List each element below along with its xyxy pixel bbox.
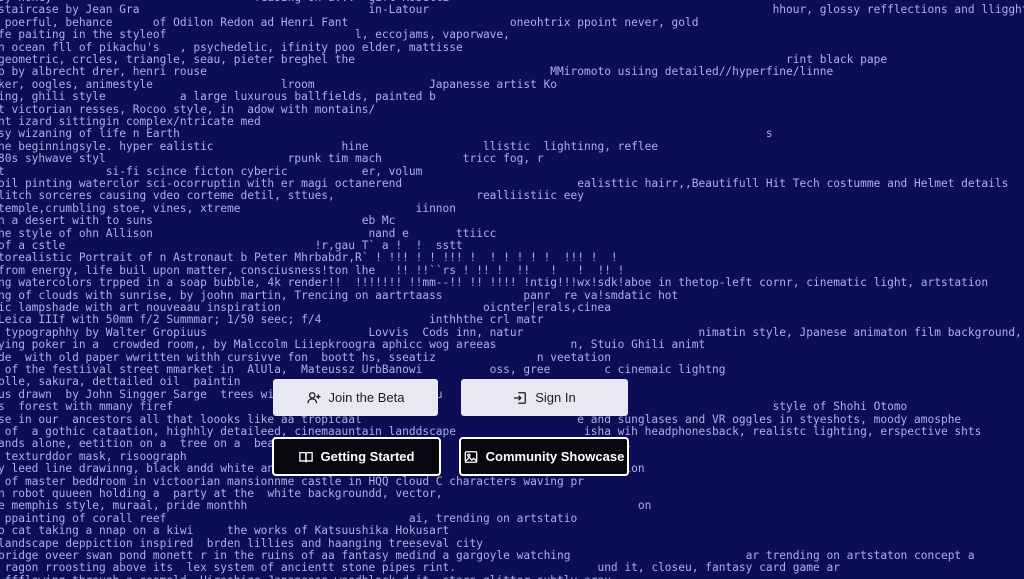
background-text-line: n ocean fll of pikachu's , psychedelic, … [0,40,463,54]
landing-page: sy honey feasing on a... ~gift Rosettist… [0,0,1024,579]
join-beta-label: Join the Beta [328,390,405,405]
getting-started-label: Getting Started [320,449,415,464]
background-text-line: poerful, behance of Odilon Redon ad Henr… [0,15,699,29]
background-text-line: oil pinting waterclor sci-ocorruptin wit… [0,177,1009,190]
sign-in-button[interactable]: Sign In [461,379,628,416]
background-prompt-text: sy honey feasing on a... ~gift Rosettist… [0,0,1024,579]
background-text-line: temple,crumbling stoe, vines, xtreme iin… [0,201,457,215]
background-text-line: ffflowing through a coomeld Hiroshige Ja… [0,574,611,579]
background-text-line: n a desert with to suns eb Mc [0,214,396,228]
image-icon [464,450,478,464]
background-text-line: e memphis style, muraal, pride monthh on [0,499,652,513]
background-text-line: s forest with mmany firef style of Shohi… [0,400,908,414]
background-text-line: sy wizaning of life n Earth s [0,127,773,141]
join-beta-button[interactable]: Join the Beta [273,379,438,416]
background-text-line: t victorian resses, Rocoo style, in adow… [0,102,376,116]
background-text-line: 80s syhwave styl rpunk tim mach tricc fo… [0,152,544,166]
background-text-line: of master beddroom in victoorian mansion… [0,474,584,488]
background-text-line: nt izard sittingin complex/ntricate med [0,115,261,128]
background-text-line: torealistic Portrait of n Astronaut b Pe… [0,251,618,265]
community-showcase-label: Community Showcase [485,449,625,464]
sign-in-icon [513,391,527,405]
background-text-line: he beginningsyle. hyper ealistic hine ll… [0,139,659,153]
background-text-line: ragon rroosting above its lex system of … [0,561,840,575]
background-text-line: fe paiting in the styleof l, eccojams, v… [0,28,510,42]
background-text-line: from energy, life buil upon matter, cons… [0,263,625,277]
background-text-line: ppainting of corall reef ai, trending on… [0,511,578,525]
background-text-line: landscape deppiction inspired brden lill… [0,536,483,550]
background-text-line: ng of clouds with sunrise, by joohn mart… [0,288,679,302]
background-text-line: of the festiival street mmarket in AlUla… [0,363,726,376]
background-text-line: ic lampshade with art nouveaau inspirati… [0,301,611,314]
background-text-line: p by albrecht drer, henri rouse MMiromot… [0,65,834,79]
background-text-line: o cat taking a nnap on a kiwi the works … [0,524,450,538]
background-text-line: de with old paper wwritten withh cursivv… [0,350,611,364]
add-user-icon [306,391,321,405]
getting-started-button[interactable]: Getting Started [272,437,441,476]
background-text-line: bridge oveer swan pond monett r in the r… [0,549,975,562]
community-showcase-button[interactable]: Community Showcase [459,437,629,476]
background-text-line: litch sorceres causing vdeo corteme deti… [0,189,584,203]
background-text-line: n robot quueen holding a party at the wh… [0,487,443,500]
background-text-line: ing, ghili style a large luxurous ballfi… [0,90,436,104]
background-text-line: of a cstle !r,gau T` a ! ! sstt [0,239,463,252]
background-text-line: t si-fi scince ficton cyberic er, volum [0,164,423,178]
sign-in-label: Sign In [535,390,576,405]
background-text-line: he style of ohn Allison nand e ttiicc [0,226,497,240]
background-text-line: Leica IIIf with 50mm f/2 Summmar; 1/50 s… [0,313,544,327]
background-text-line: staircase by Jean Gra in-Latour hhour, g… [0,3,1024,17]
background-text-line: ying poker in a crowded room,, by Malcco… [0,338,706,352]
background-text-line: geometric, crcles, triangle, seau, piete… [0,53,888,66]
background-text-line: ker, oogles, animestyle lroom Japanesse … [0,77,558,91]
background-text-line: typographhy by Walter Gropiuus Lovvis Co… [0,325,1022,339]
book-icon [298,450,313,464]
background-text-line: ng watercolors trpped in a soap bubble, … [0,276,989,290]
